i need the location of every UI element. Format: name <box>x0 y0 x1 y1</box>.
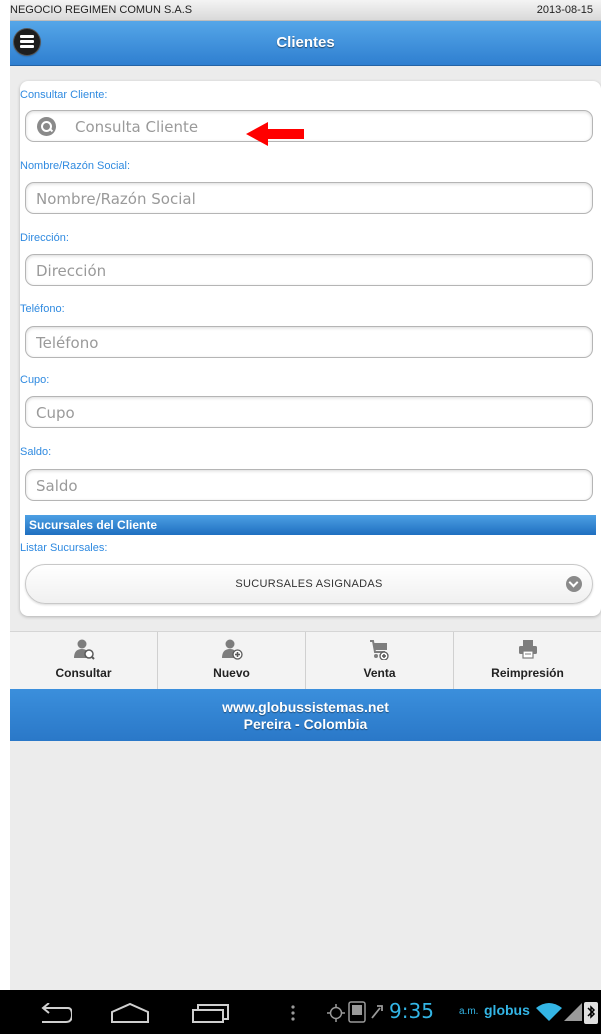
nav-reimpresion[interactable]: Reimpresión <box>454 632 601 689</box>
nombre-input[interactable] <box>34 188 568 210</box>
wifi-icon <box>536 1003 562 1021</box>
search-icon[interactable] <box>37 117 56 136</box>
recent-apps-icon[interactable] <box>192 1003 230 1023</box>
sucursales-section-header: Sucursales del Cliente <box>25 515 596 535</box>
footer-location: Pereira - Colombia <box>243 716 368 732</box>
bottom-nav-bar: Consultar Nuevo Venta Reimpresión <box>10 631 601 690</box>
left-edge-strip <box>0 0 10 1034</box>
home-icon[interactable] <box>110 1002 150 1024</box>
cupo-label: Cupo: <box>20 374 50 386</box>
chevron-down-icon <box>566 576 582 592</box>
top-status-bar: NEGOCIO REGIMEN COMUN S.A.S 2013-08-15 <box>10 0 601 21</box>
nav-nuevo-label: Nuevo <box>213 666 250 680</box>
consulta-cliente-field <box>25 110 593 142</box>
overflow-menu-icon[interactable] <box>290 1004 296 1022</box>
page-header: Clientes <box>10 21 601 66</box>
page-title: Clientes <box>276 34 335 51</box>
direccion-input[interactable] <box>34 260 568 282</box>
usb-debug-icon <box>371 1005 383 1019</box>
nav-nuevo[interactable]: Nuevo <box>158 632 306 689</box>
sucursales-section-title: Sucursales del Cliente <box>29 518 158 532</box>
status-ampm: a.m. <box>459 1006 479 1017</box>
battery-icon <box>584 1002 598 1024</box>
sucursales-select-value: SUCURSALES ASIGNADAS <box>235 578 383 590</box>
download-notification-icon <box>348 1001 366 1023</box>
cupo-input[interactable] <box>34 402 568 424</box>
nav-venta[interactable]: Venta <box>306 632 454 689</box>
company-name: NEGOCIO REGIMEN COMUN S.A.S <box>10 4 193 16</box>
nav-reimpresion-label: Reimpresión <box>491 666 564 680</box>
android-system-bar: 9:35 a.m. globus <box>0 990 601 1034</box>
telefono-field <box>25 326 593 358</box>
nav-consultar-label: Consultar <box>55 666 112 680</box>
consulta-cliente-input[interactable] <box>73 116 557 138</box>
footer-website: www.globussistemas.net <box>222 699 389 715</box>
carrier-name: globus <box>484 1002 530 1018</box>
status-date: 2013-08-15 <box>536 4 593 16</box>
listar-sucursales-label: Listar Sucursales: <box>20 542 108 554</box>
printer-icon <box>518 640 537 659</box>
cart-icon <box>369 640 389 660</box>
saldo-field <box>25 469 593 501</box>
nav-consultar[interactable]: Consultar <box>10 632 158 689</box>
saldo-input[interactable] <box>34 475 568 497</box>
nav-venta-label: Venta <box>363 666 396 680</box>
nombre-field <box>25 182 593 214</box>
footer-banner: www.globussistemas.net Pereira - Colombi… <box>10 689 601 741</box>
sucursales-select[interactable]: SUCURSALES ASIGNADAS <box>25 564 593 604</box>
nombre-label: Nombre/Razón Social: <box>20 160 131 172</box>
red-arrow-annotation <box>246 122 304 146</box>
gps-icon <box>327 1004 345 1022</box>
user-add-icon <box>221 639 243 660</box>
saldo-label: Saldo: <box>20 446 52 458</box>
telefono-input[interactable] <box>34 332 568 354</box>
client-form-card: Consultar Cliente: Nombre/Razón Social: … <box>20 81 601 616</box>
back-icon[interactable] <box>38 1003 72 1023</box>
telefono-label: Teléfono: <box>20 303 65 315</box>
direccion-field <box>25 254 593 286</box>
cupo-field <box>25 396 593 428</box>
app-window: NEGOCIO REGIMEN COMUN S.A.S 2013-08-15 C… <box>10 0 601 990</box>
status-clock: 9:35 <box>389 999 434 1023</box>
direccion-label: Dirección: <box>20 232 69 244</box>
user-search-icon <box>73 639 95 660</box>
signal-icon <box>564 1003 582 1021</box>
consultar-cliente-label: Consultar Cliente: <box>20 89 108 101</box>
